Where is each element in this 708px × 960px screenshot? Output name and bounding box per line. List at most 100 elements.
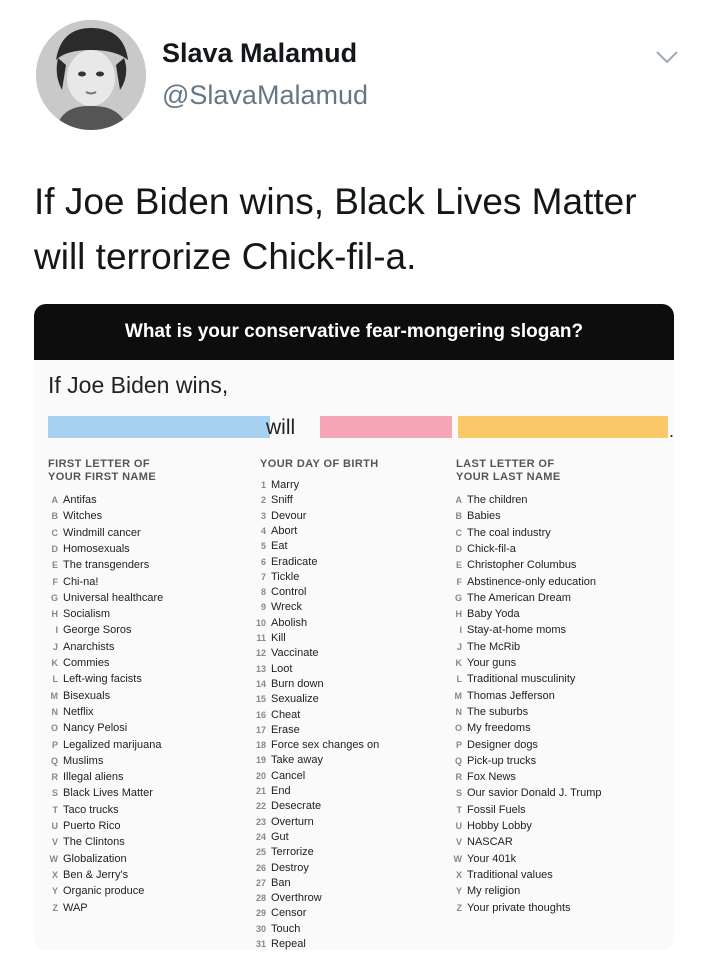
- list-item-key: Y: [455, 886, 462, 897]
- list-item: R Illegal aliens: [48, 770, 124, 784]
- list-item-key: B: [455, 511, 463, 522]
- list-item: J Anarchists: [48, 640, 114, 654]
- list-item-value: Erase: [271, 723, 300, 736]
- list-item: R Fox News: [452, 770, 516, 784]
- list-item-value: Wreck: [271, 601, 302, 614]
- list-item-key: A: [455, 495, 463, 505]
- list-item-key: 19: [255, 755, 266, 766]
- list-item-value: Black Lives Matter: [63, 787, 153, 800]
- list-item-key: H: [455, 609, 463, 620]
- list-item-key: G: [454, 592, 462, 603]
- list-item-value: Babies: [467, 510, 501, 523]
- list-item: 6 Eradicate: [252, 555, 318, 569]
- list-item-value: The suburbs: [467, 705, 529, 718]
- list-item-value: Ban: [271, 876, 291, 889]
- list-item: W Your 401k: [452, 852, 517, 866]
- list-item: X Ben & Jerry's: [48, 868, 128, 882]
- list-item-value: Witches: [63, 510, 103, 523]
- list-item: 13 Loot: [252, 662, 292, 676]
- list-item-key: 4: [260, 525, 266, 536]
- list-item: 8 Control: [252, 585, 306, 599]
- list-item: 16 Cheat: [252, 708, 300, 722]
- list-item-value: Take away: [271, 754, 323, 767]
- list-item-value: Anarchists: [63, 640, 115, 653]
- list-item: 1 Marry: [252, 478, 299, 492]
- list-item-key: E: [455, 560, 462, 571]
- list-item-value: The transgenders: [63, 559, 150, 572]
- list-item-key: 10: [255, 617, 266, 628]
- list-item: E The transgenders: [48, 558, 149, 572]
- list-item: 20 Cancel: [252, 769, 305, 783]
- list-item-key: U: [455, 821, 463, 831]
- list-item: 30 Touch: [252, 922, 300, 936]
- list-item-key: P: [51, 739, 58, 750]
- list-item-key: 2: [260, 495, 266, 506]
- list-item-value: Traditional values: [467, 868, 553, 881]
- list-item-key: V: [51, 837, 58, 848]
- list-item: K Your guns: [452, 656, 517, 670]
- list-item-key: I: [459, 625, 462, 636]
- list-item: 28 Overthrow: [252, 891, 322, 905]
- list-item-value: Globalization: [63, 852, 127, 865]
- list-item-value: Tickle: [271, 570, 300, 583]
- chevron-down-icon[interactable]: [654, 48, 680, 66]
- author-name[interactable]: Slava Malamud: [162, 38, 357, 69]
- author-handle[interactable]: @SlavaMalamud: [162, 80, 368, 111]
- column-header-line: YOUR FIRST NAME: [48, 471, 157, 483]
- list-item: 15 Sexualize: [252, 692, 319, 706]
- list-item-key: Z: [52, 902, 59, 913]
- image-banner-title: What is your conservative fear-mongering…: [34, 304, 674, 360]
- list-item-key: P: [455, 739, 462, 750]
- list-item-key: 17: [255, 724, 266, 735]
- list-item-value: Burn down: [271, 677, 324, 690]
- list-item: G Universal healthcare: [48, 591, 163, 605]
- list-item-value: Censor: [271, 907, 307, 920]
- list-item-key: K: [455, 658, 463, 668]
- list-item-key: 6: [260, 556, 266, 567]
- list-item-key: M: [50, 690, 59, 701]
- list-item-key: 20: [255, 770, 266, 781]
- list-item-value: Chi-na!: [63, 575, 99, 588]
- list-item-key: L: [456, 674, 463, 685]
- list-item: Y My religion: [452, 884, 520, 898]
- list-item-value: Designer dogs: [467, 738, 538, 751]
- list-item-key: 16: [255, 709, 266, 720]
- list-item: 18 Force sex changes on: [252, 738, 379, 752]
- list-item: W Globalization: [48, 852, 127, 866]
- list-item-value: Your 401k: [467, 852, 517, 865]
- list-item: S Black Lives Matter: [48, 786, 153, 800]
- list-item-value: Organic produce: [63, 885, 145, 898]
- list-item: Z WAP: [48, 901, 88, 915]
- list-item: 12 Vaccinate: [252, 646, 319, 660]
- list-item-key: 8: [260, 587, 266, 598]
- list-item-key: K: [51, 658, 59, 668]
- list-item-value: The Clintons: [63, 836, 125, 849]
- list-item-value: Ben & Jerry's: [63, 868, 129, 881]
- list-item: A The children: [452, 493, 528, 507]
- list-item-value: Stay-at-home moms: [467, 624, 567, 637]
- attached-image[interactable]: What is your conservative fear-mongering…: [34, 304, 674, 950]
- list-item-value: Traditional musculinity: [467, 673, 576, 686]
- list-item-key: 5: [260, 541, 266, 552]
- list-item-key: C: [455, 527, 463, 538]
- list-item-value: Overthrow: [271, 892, 322, 905]
- avatar[interactable]: [36, 20, 146, 130]
- list-item-value: George Soros: [63, 624, 132, 637]
- list-item-value: Cheat: [271, 708, 301, 721]
- list-item: 26 Destroy: [252, 861, 309, 875]
- list-item: L Left-wing facists: [48, 672, 142, 686]
- list-item-value: Abort: [271, 524, 298, 537]
- list-item-value: Abolish: [271, 616, 308, 629]
- list-item-key: 13: [255, 663, 266, 674]
- list-item: N Netflix: [48, 705, 94, 719]
- list-item-key: 26: [255, 862, 266, 873]
- list-item-key: 15: [255, 694, 266, 705]
- list-item: 29 Censor: [252, 906, 306, 920]
- list-item-value: Nancy Pelosi: [63, 722, 128, 735]
- list-item-value: Bisexuals: [63, 689, 111, 702]
- column-header-birthday: YOUR DAY OF BIRTH: [260, 458, 450, 471]
- column-header-line: FIRST LETTER OF: [48, 458, 150, 470]
- list-item: G The American Dream: [452, 591, 571, 605]
- list-item: M Bisexuals: [48, 689, 111, 703]
- list-item: F Abstinence-only education: [452, 575, 597, 589]
